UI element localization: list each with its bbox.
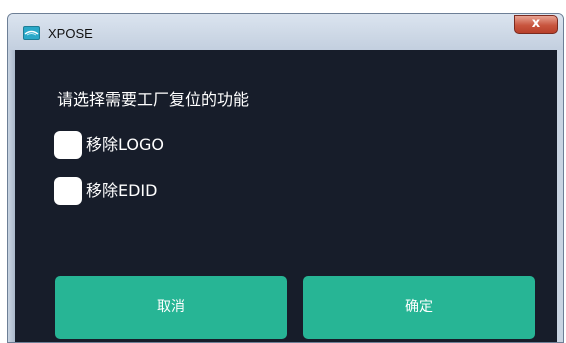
remove-edid-label[interactable]: 移除EDID	[86, 181, 157, 201]
close-icon: x	[531, 16, 541, 31]
ok-button[interactable]: 确定	[303, 276, 535, 339]
remove-edid-checkbox[interactable]	[54, 177, 82, 205]
cancel-button[interactable]: 取消	[55, 276, 287, 339]
remove-logo-label[interactable]: 移除LOGO	[86, 135, 164, 155]
close-button[interactable]: x	[514, 15, 558, 34]
remove-logo-checkbox[interactable]	[54, 131, 82, 159]
window-right-border	[557, 50, 563, 342]
window-left-border	[8, 50, 15, 342]
window-title: XPOSE	[48, 26, 93, 41]
dialog-body: 请选择需要工厂复位的功能 移除LOGO 移除EDID 取消 确定	[15, 50, 557, 342]
dialog-prompt: 请选择需要工厂复位的功能	[57, 90, 250, 109]
xpose-logo-icon	[23, 26, 40, 40]
dialog-window: XPOSE x 请选择需要工厂复位的功能 移除LOGO 移除EDID 取消 确定	[7, 13, 564, 343]
title-bar[interactable]: XPOSE x	[8, 14, 563, 50]
